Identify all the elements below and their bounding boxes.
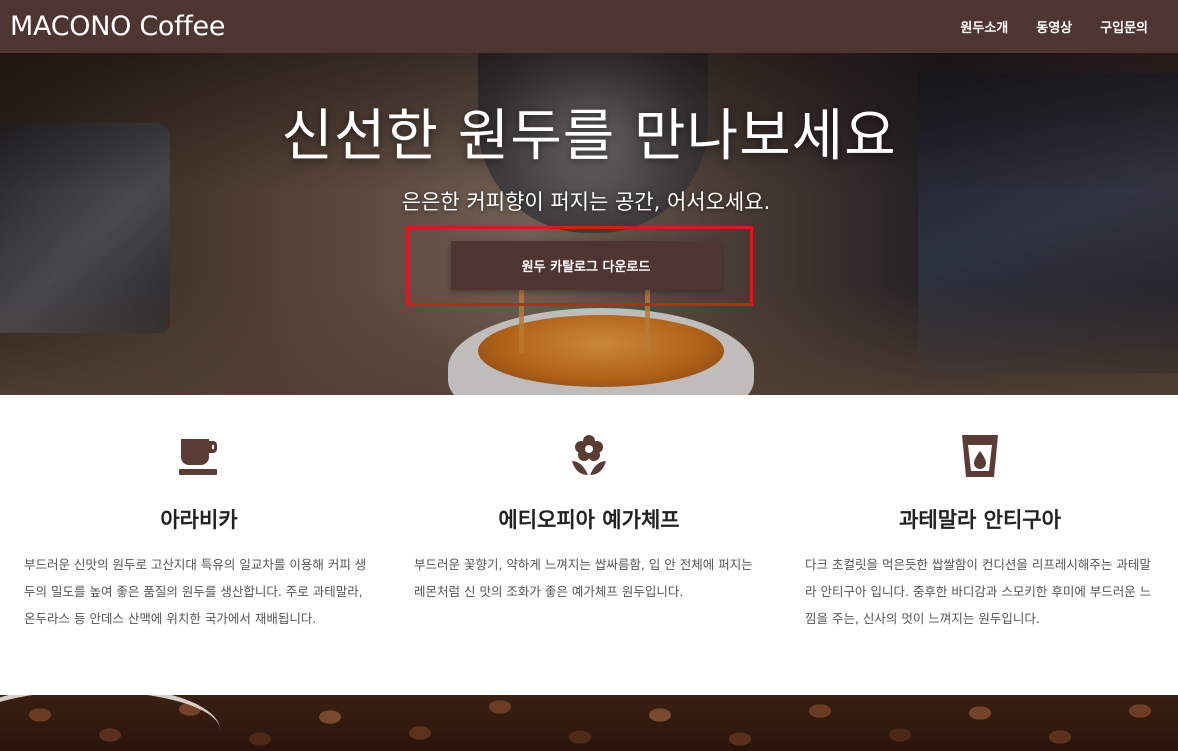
bowl-rim <box>0 695 220 751</box>
feature-arabica: 아라비카 부드러운 신맛의 원두로 고산지대 특유의 일교차를 이용해 커피 생… <box>24 395 374 632</box>
navbar: MACONO Coffee 원두소개 동영상 구입문의 <box>0 0 1178 53</box>
feature-antigua: 과테말라 안티구아 다크 초컬릿을 먹은듯한 쌉쌀함이 컨디션을 리프레시해주는… <box>805 395 1155 632</box>
glass-drop-icon <box>962 435 998 477</box>
flower-icon <box>572 435 606 475</box>
feature-icon-wrap <box>24 395 374 517</box>
feature-text: 다크 초컬릿을 먹은듯한 쌉쌀함이 컨디션을 리프레시해주는 과테말라 안티구아… <box>805 557 1152 626</box>
nav-links: 원두소개 동영상 구입문의 <box>960 17 1168 36</box>
hero-section: 신선한 원두를 만나보세요 은은한 커피향이 퍼지는 공간, 어서오세요. 원두… <box>0 53 1178 395</box>
feature-text: 부드러운 꽃향기, 약하게 느껴지는 쌉싸름함, 입 안 전체에 퍼지는 레몬처… <box>414 557 753 599</box>
coffee-beans-banner <box>0 695 1178 751</box>
catalog-download-button[interactable]: 원두 카탈로그 다운로드 <box>451 241 721 290</box>
nav-item-video[interactable]: 동영상 <box>1036 17 1072 36</box>
feature-title: 아라비카 <box>160 508 238 532</box>
brand-logo[interactable]: MACONO Coffee <box>10 11 225 42</box>
coffee-cup-icon <box>179 439 217 475</box>
nav-item-contact[interactable]: 구입문의 <box>1100 17 1148 36</box>
feature-title: 에티오피아 예가체프 <box>498 508 680 532</box>
feature-icon-wrap <box>805 395 1155 517</box>
hero-title: 신선한 원두를 만나보세요 <box>281 104 897 169</box>
feature-icon-wrap <box>414 395 764 517</box>
nav-item-beans[interactable]: 원두소개 <box>960 17 1008 36</box>
feature-title: 과테말라 안티구아 <box>899 508 1061 532</box>
hero-subtitle: 은은한 커피향이 퍼지는 공간, 어서오세요. <box>401 190 771 214</box>
features-section: 아라비카 부드러운 신맛의 원두로 고산지대 특유의 일교차를 이용해 커피 생… <box>0 395 1178 695</box>
feature-yirgacheffe: 에티오피아 예가체프 부드러운 꽃향기, 약하게 느껴지는 쌉싸름함, 입 안 … <box>414 395 764 605</box>
feature-text: 부드러운 신맛의 원두로 고산지대 특유의 일교차를 이용해 커피 생두의 밀도… <box>24 557 367 626</box>
